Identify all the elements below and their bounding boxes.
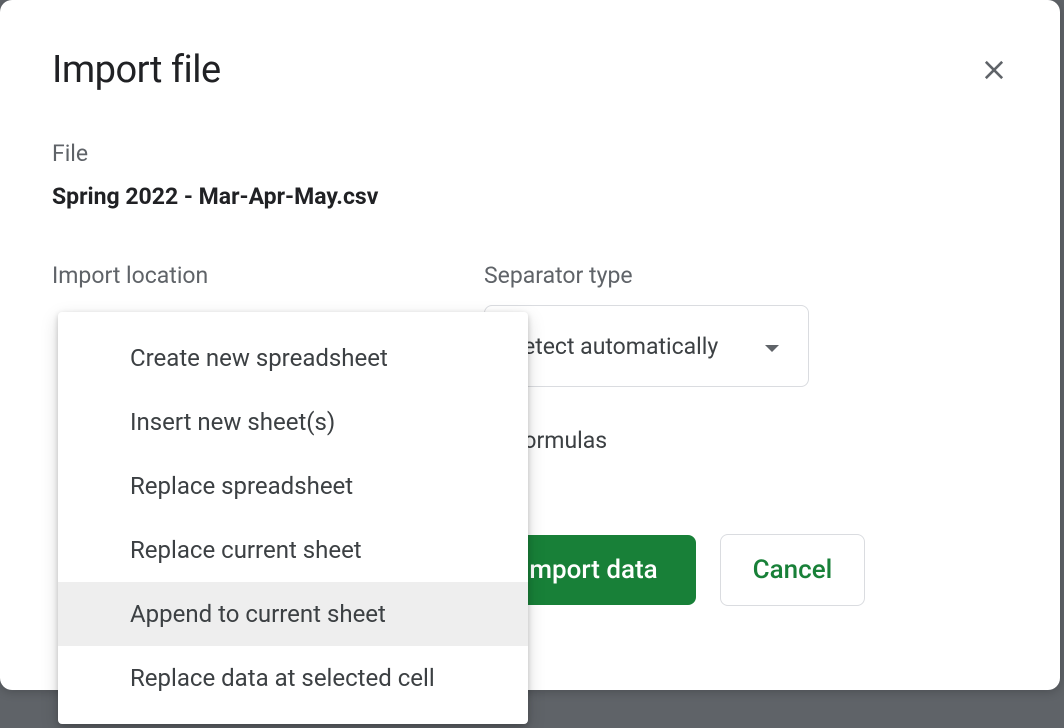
cancel-button[interactable]: Cancel — [720, 534, 866, 606]
menu-item-replace-current-sheet[interactable]: Replace current sheet — [58, 518, 528, 582]
separator-type-dropdown[interactable]: etect automatically — [484, 305, 809, 387]
separator-type-label: Separator type — [484, 262, 1008, 289]
menu-item-replace-spreadsheet[interactable]: Replace spreadsheet — [58, 454, 528, 518]
menu-item-insert-new-sheets[interactable]: Insert new sheet(s) — [58, 390, 528, 454]
menu-item-append-to-current-sheet[interactable]: Append to current sheet — [58, 582, 528, 646]
convert-text-label: nd formulas — [484, 427, 1008, 454]
close-icon[interactable] — [980, 56, 1008, 84]
separator-type-value: etect automatically — [523, 333, 718, 360]
file-name: Spring 2022 - Mar-Apr-May.csv — [52, 183, 1008, 210]
menu-item-replace-data-at-selected-cell[interactable]: Replace data at selected cell — [58, 646, 528, 710]
dialog-title: Import file — [52, 48, 221, 92]
import-location-label: Import location — [52, 262, 484, 289]
dialog-header: Import file — [52, 48, 1008, 92]
import-location-menu: Create new spreadsheet Insert new sheet(… — [58, 312, 528, 724]
chevron-down-icon — [764, 333, 780, 360]
file-label: File — [52, 140, 1008, 167]
menu-item-create-new-spreadsheet[interactable]: Create new spreadsheet — [58, 326, 528, 390]
dialog-buttons: Import data Cancel — [484, 534, 1008, 606]
separator-column: Separator type etect automatically nd fo… — [484, 262, 1008, 606]
